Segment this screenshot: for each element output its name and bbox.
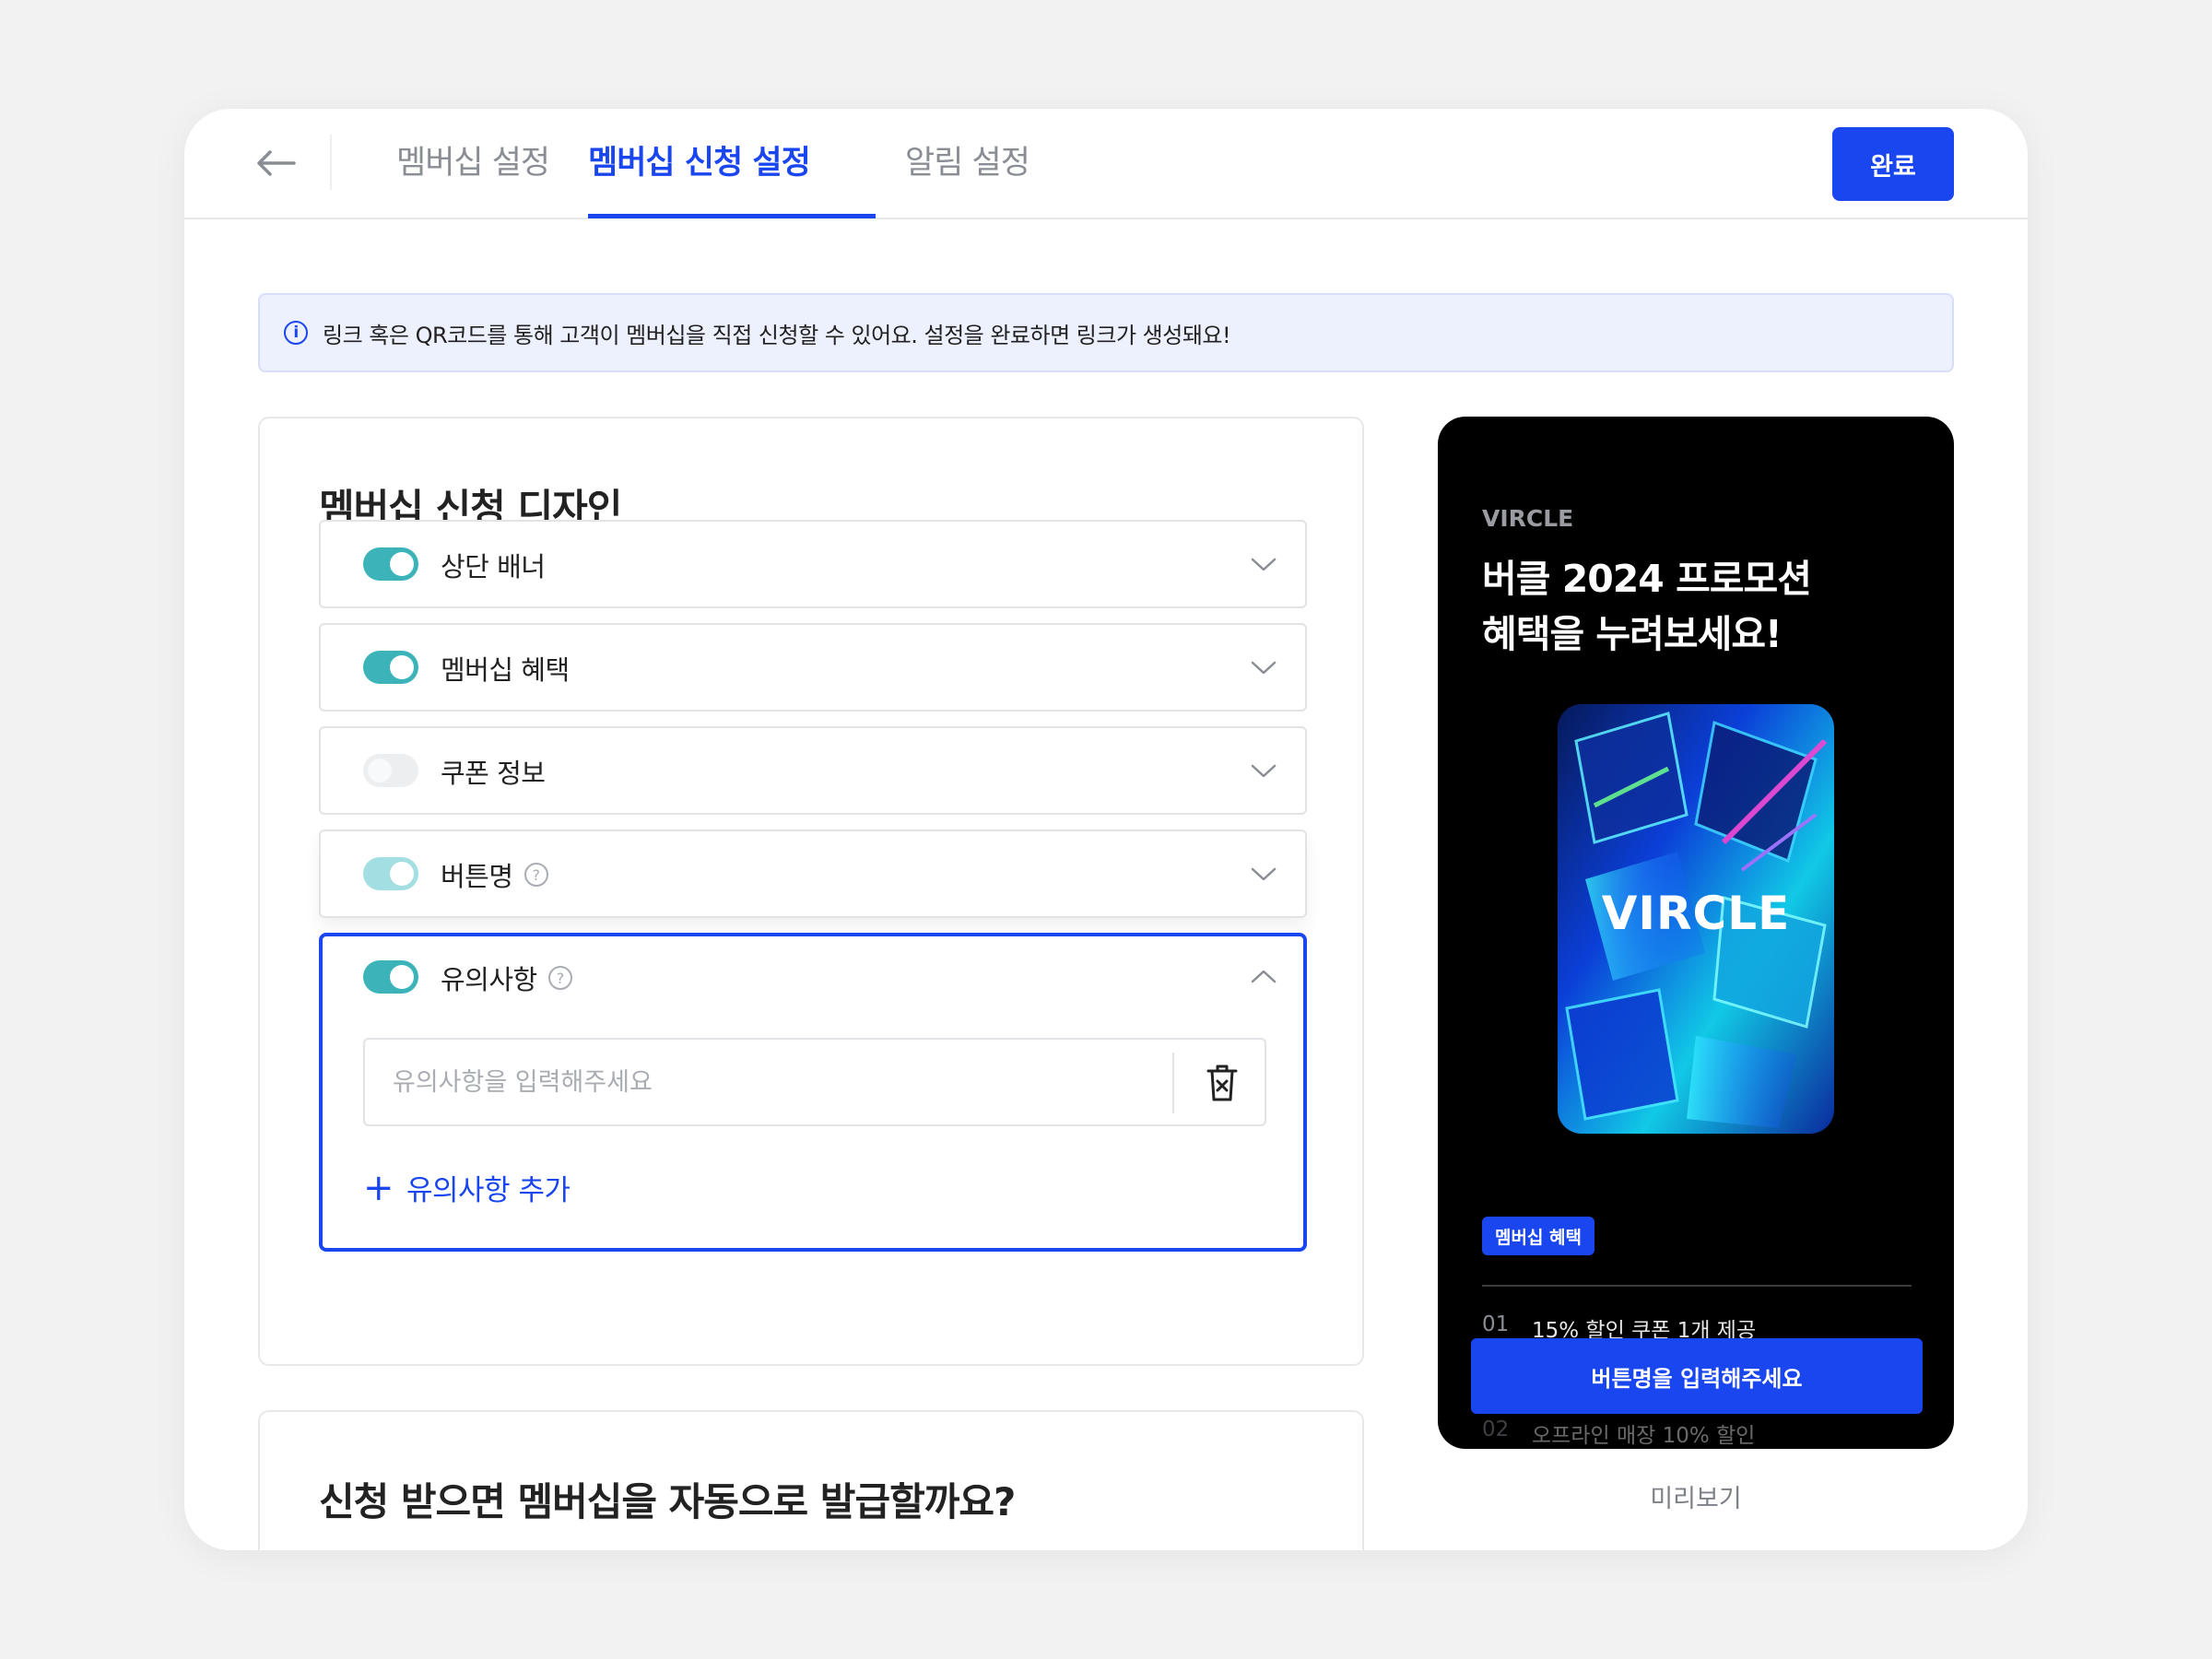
toggle-knob <box>368 759 392 782</box>
header-bar: 멤버십 설정 멤버십 신청 설정 알림 설정 완료 <box>184 109 2028 219</box>
settings-window: 멤버십 설정 멤버십 신청 설정 알림 설정 완료 i 링크 혹은 QR코드를 … <box>184 109 2028 1550</box>
section-label: 상단 배너 <box>441 546 546 584</box>
chevron-up-icon[interactable] <box>1250 966 1277 988</box>
notice-toggle[interactable] <box>363 960 418 994</box>
design-card: 멤버십 신청 디자인 상단 배너 멤버십 혜택 쿠폰 정보 버튼명 ? 유의사항… <box>258 417 1364 1366</box>
plus-icon: + <box>363 1166 394 1209</box>
section-label: 쿠폰 정보 <box>441 752 546 791</box>
section-label: 유의사항 ? <box>441 959 572 997</box>
back-button[interactable] <box>251 141 300 185</box>
active-tab-indicator <box>588 214 876 218</box>
membership-benefits-toggle[interactable] <box>363 651 418 684</box>
chevron-down-icon[interactable] <box>1250 759 1277 782</box>
done-button[interactable]: 완료 <box>1832 127 1954 201</box>
preview-headline-line2: 혜택을 누려보세요! <box>1482 612 1783 656</box>
coupon-info-label: 쿠폰 정보 <box>441 758 546 789</box>
hero-brand-text: VIRCLE <box>1601 887 1791 940</box>
top-banner-toggle[interactable] <box>363 547 418 581</box>
coupon-info-toggle[interactable] <box>363 754 418 787</box>
header-divider <box>330 135 332 190</box>
toggle-knob <box>390 655 414 679</box>
chevron-down-icon[interactable] <box>1250 656 1277 678</box>
trash-icon[interactable] <box>1204 1062 1241 1104</box>
tab-membership-application-settings[interactable]: 멤버십 신청 설정 <box>588 136 811 219</box>
preview-hero-image: VIRCLE <box>1558 704 1834 1134</box>
info-icon: i <box>284 321 308 345</box>
preview-brand: VIRCLE <box>1482 505 1574 532</box>
notice-input-group <box>363 1038 1266 1126</box>
notice-input[interactable] <box>365 1040 1172 1124</box>
tab-membership-settings[interactable]: 멤버십 설정 <box>396 136 550 219</box>
button-name-toggle[interactable] <box>363 857 418 890</box>
section-coupon-info[interactable]: 쿠폰 정보 <box>319 726 1307 815</box>
top-banner-label: 상단 배너 <box>441 551 546 582</box>
add-notice-label: 유의사항 추가 <box>406 1174 571 1207</box>
benefit-text: 오프라인 매장 10% 할인 <box>1532 1424 1756 1448</box>
preview-label: 미리보기 <box>1650 1485 1742 1513</box>
input-divider <box>1172 1053 1174 1113</box>
section-label: 멤버십 혜택 <box>441 649 570 688</box>
preview-cta-button[interactable]: 버튼명을 입력해주세요 <box>1471 1338 1923 1414</box>
benefit-badge: 멤버십 혜택 <box>1482 1217 1595 1255</box>
arrow-left-icon <box>257 150 296 176</box>
section-top-banner[interactable]: 상단 배너 <box>319 520 1307 608</box>
button-name-label: 버튼명 <box>441 861 513 892</box>
preview-headline: 버클 2024 프로모션 혜택을 누려보세요! <box>1482 551 1915 662</box>
chevron-down-icon[interactable] <box>1250 553 1277 575</box>
section-label: 버튼명 ? <box>441 855 548 894</box>
notice-label: 유의사항 <box>441 964 537 995</box>
info-banner: i 링크 혹은 QR코드를 통해 고객이 멤버십을 직접 신청할 수 있어요. … <box>258 293 1954 372</box>
auto-issue-card: 신청 받으면 멤버십을 자동으로 발급할까요? <box>258 1410 1364 1550</box>
chevron-down-icon[interactable] <box>1250 863 1277 885</box>
toggle-knob <box>390 965 414 989</box>
phone-preview: VIRCLE 버클 2024 프로모션 혜택을 누려보세요! VIRCLE 멤버… <box>1438 417 1954 1449</box>
toggle-knob <box>390 552 414 576</box>
preview-headline-line1: 버클 2024 프로모션 <box>1482 557 1812 601</box>
help-icon[interactable]: ? <box>524 863 548 887</box>
section-membership-benefits[interactable]: 멤버십 혜택 <box>319 623 1307 712</box>
info-banner-text: 링크 혹은 QR코드를 통해 고객이 멤버십을 직접 신청할 수 있어요. 설정… <box>323 322 1231 348</box>
membership-benefits-label: 멤버십 혜택 <box>441 654 570 686</box>
section-button-name[interactable]: 버튼명 ? <box>319 830 1307 918</box>
auto-issue-title: 신청 받으면 멤버십을 자동으로 발급할까요? <box>319 1479 1016 1524</box>
help-icon[interactable]: ? <box>547 966 572 990</box>
tab-notification-settings[interactable]: 알림 설정 <box>905 136 1030 219</box>
benefit-item: 02 오프라인 매장 10% 할인 <box>1482 1418 1755 1449</box>
add-notice-button[interactable]: + 유의사항 추가 <box>363 1167 571 1208</box>
toggle-knob <box>390 862 414 886</box>
benefit-num: 02 <box>1482 1418 1510 1441</box>
preview-divider <box>1482 1285 1912 1287</box>
section-notice: 유의사항 ? + 유의사항 추가 <box>319 933 1307 1252</box>
